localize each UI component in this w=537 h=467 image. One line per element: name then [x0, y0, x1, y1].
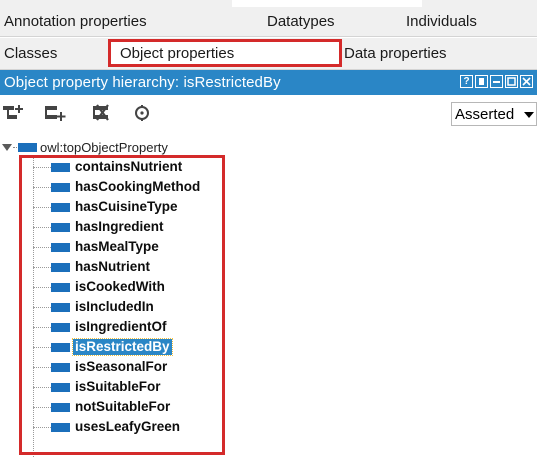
- object-property-icon: [51, 382, 70, 392]
- expand-toggle-icon[interactable]: [2, 143, 12, 151]
- tree-item[interactable]: hasCuisineType: [33, 198, 180, 216]
- tree-item[interactable]: hasNutrient: [33, 258, 152, 276]
- maximize-icon[interactable]: [505, 75, 518, 88]
- tree-connector: [33, 246, 51, 248]
- tree-item-label: isSuitableFor: [75, 379, 161, 394]
- tree-item-label: isCookedWith: [75, 279, 165, 294]
- object-property-icon: [51, 222, 70, 232]
- tree-item[interactable]: containsNutrient: [33, 158, 184, 176]
- tree-connector: [33, 166, 51, 168]
- chevron-down-icon: [524, 112, 534, 118]
- tree-item-label: isIngredientOf: [75, 319, 167, 334]
- minimize-icon[interactable]: [490, 75, 503, 88]
- object-property-icon: [51, 262, 70, 272]
- tree-item[interactable]: isSeasonalFor: [33, 358, 169, 376]
- tab-row-lower: Classes Object properties Data propertie…: [0, 38, 537, 70]
- view-title-bar: Object property hierarchy: isRestrictedB…: [0, 70, 537, 95]
- object-property-icon: [51, 242, 70, 252]
- tree-connector: [33, 306, 51, 308]
- tab-annotation-properties[interactable]: Annotation properties: [4, 7, 147, 36]
- tree-item[interactable]: isIngredientOf: [33, 318, 169, 336]
- tree-item[interactable]: hasMealType: [33, 238, 161, 256]
- hierarchy-toolbar: Asserted: [0, 95, 537, 133]
- view-title: Object property hierarchy: isRestrictedB…: [4, 74, 281, 91]
- tree-connector: [33, 226, 51, 228]
- tree-item[interactable]: isSuitableFor: [33, 378, 163, 396]
- tree-item-label: isRestrictedBy: [72, 338, 173, 356]
- tree-item-label: hasIngredient: [75, 219, 164, 234]
- tab-classes[interactable]: Classes: [4, 38, 57, 69]
- tree-item-label: hasCookingMethod: [75, 179, 201, 194]
- add-sibling-property-icon[interactable]: [44, 103, 66, 123]
- tree-connector: [33, 186, 51, 188]
- tree-item[interactable]: hasIngredient: [33, 218, 166, 236]
- tree-item-label: usesLeafyGreen: [75, 419, 181, 434]
- object-property-icon: [51, 282, 70, 292]
- tab-individuals[interactable]: Individuals: [406, 7, 477, 36]
- view-controls: ?: [460, 75, 533, 88]
- active-upper-tab-edge: [232, 0, 422, 7]
- tab-datatypes[interactable]: Datatypes: [267, 7, 335, 36]
- tab-data-properties[interactable]: Data properties: [344, 38, 447, 69]
- tree-item[interactable]: isRestrictedBy: [33, 338, 173, 356]
- close-icon[interactable]: [520, 75, 533, 88]
- object-property-tree: owl:topObjectProperty containsNutrient ha…: [0, 133, 537, 467]
- tree-connector: [33, 406, 51, 408]
- object-property-icon: [51, 402, 70, 412]
- tree-item-label: hasMealType: [75, 239, 159, 254]
- tree-connector: [33, 326, 51, 328]
- object-property-icon: [51, 342, 70, 352]
- tree-connector: [33, 346, 51, 348]
- delete-property-icon[interactable]: [92, 103, 114, 123]
- object-property-icon: [51, 422, 70, 432]
- object-property-icon: [51, 322, 70, 332]
- tab-row-upper: Annotation properties Datatypes Individu…: [0, 7, 537, 37]
- tab-object-properties[interactable]: Object properties: [108, 39, 342, 67]
- object-property-icon: [51, 162, 70, 172]
- tree-item-label: isSeasonalFor: [75, 359, 168, 374]
- tree-connector: [33, 366, 51, 368]
- tree-item[interactable]: isCookedWith: [33, 278, 167, 296]
- tree-connector: [33, 266, 51, 268]
- tree-item[interactable]: usesLeafyGreen: [33, 418, 182, 436]
- tree-item-label: hasNutrient: [75, 259, 151, 274]
- tree-item[interactable]: notSuitableFor: [33, 398, 172, 416]
- tree-connector: [33, 286, 51, 288]
- tree-item-label: hasCuisineType: [75, 199, 178, 214]
- add-sub-property-icon[interactable]: [2, 103, 24, 123]
- tree-root[interactable]: owl:topObjectProperty: [2, 139, 168, 155]
- object-property-icon: [18, 142, 37, 152]
- object-property-icon: [51, 202, 70, 212]
- hierarchy-mode-select[interactable]: Asserted: [451, 102, 537, 126]
- tree-connector: [33, 426, 51, 428]
- tree-connector: [13, 146, 17, 148]
- tree-item[interactable]: hasCookingMethod: [33, 178, 202, 196]
- tree-root-label: owl:topObjectProperty: [40, 139, 168, 155]
- help-icon[interactable]: ?: [460, 75, 473, 88]
- hierarchy-mode-value: Asserted: [455, 105, 515, 123]
- tree-connector: [33, 206, 51, 208]
- find-usage-icon[interactable]: [131, 103, 153, 123]
- tree-item[interactable]: isIncludedIn: [33, 298, 156, 316]
- tree-connector: [33, 386, 51, 388]
- tree-item-label: containsNutrient: [75, 159, 183, 174]
- tree-item-label: isIncludedIn: [75, 299, 154, 314]
- tree-item-label: notSuitableFor: [75, 399, 171, 414]
- object-property-icon: [51, 302, 70, 312]
- pin-icon[interactable]: [475, 75, 488, 88]
- object-property-icon: [51, 362, 70, 372]
- object-property-icon: [51, 182, 70, 192]
